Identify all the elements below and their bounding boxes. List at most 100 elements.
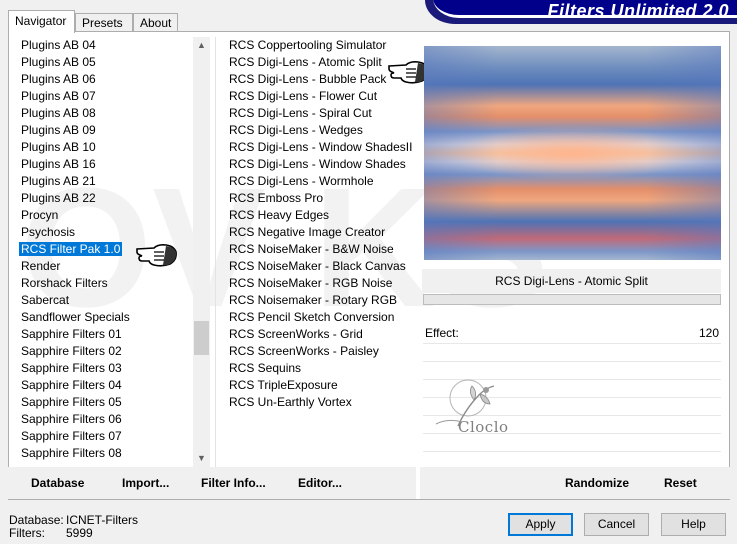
category-label: Plugins AB 07 <box>21 89 96 103</box>
filter-item[interactable]: RCS Digi-Lens - Window Shades <box>220 156 415 173</box>
filter-item[interactable]: RCS Heavy Edges <box>220 207 415 224</box>
randomize-button[interactable]: Randomize <box>565 476 629 490</box>
category-item[interactable]: Plugins AB 21 <box>12 173 197 190</box>
category-label: Rorshack Filters <box>21 276 108 290</box>
category-item[interactable]: Plugins AB 06 <box>12 71 197 88</box>
category-label: Plugins AB 06 <box>21 72 96 86</box>
selected-filter-name: RCS Digi-Lens - Atomic Split <box>422 269 721 293</box>
category-label: Plugins AB 04 <box>21 38 96 52</box>
category-item[interactable]: Plugins AB 08 <box>12 105 197 122</box>
pointing-hand-icon <box>136 244 177 267</box>
effect-value: 120 <box>698 326 719 340</box>
category-label: Plugins AB 09 <box>21 123 96 137</box>
category-label: Sapphire Filters 04 <box>21 378 122 392</box>
category-item[interactable]: Rorshack Filters <box>12 275 197 292</box>
filter-item[interactable]: RCS NoiseMaker - Black Canvas <box>220 258 415 275</box>
scroll-up-icon[interactable]: ▲ <box>193 37 210 54</box>
apply-button[interactable]: Apply <box>508 513 573 536</box>
category-item[interactable]: Sapphire Filters 07 <box>12 428 197 445</box>
preview-image <box>424 46 721 260</box>
tab-navigator[interactable]: Navigator <box>8 10 75 33</box>
category-item[interactable]: Plugins AB 16 <box>12 156 197 173</box>
filter-item[interactable]: RCS NoiseMaker - RGB Noise <box>220 275 415 292</box>
effect-label: Effect: <box>425 326 459 340</box>
filter-item[interactable]: RCS Coppertooling Simulator <box>220 37 415 54</box>
category-label: RCS Filter Pak 1.0 <box>19 242 123 256</box>
category-label: Procyn <box>21 208 59 222</box>
category-label: Sapphire Filters 07 <box>21 429 122 443</box>
filter-item[interactable]: RCS Digi-Lens - Bubble Pack <box>220 71 415 88</box>
category-label: Sapphire Filters 08 <box>21 446 122 460</box>
reset-button[interactable]: Reset <box>664 476 697 490</box>
category-item[interactable]: Sapphire Filters 03 <box>12 360 197 377</box>
category-item[interactable]: Sabercat <box>12 292 197 309</box>
category-label: Sapphire Filters 05 <box>21 395 122 409</box>
category-label: Psychosis <box>21 225 76 239</box>
category-label: Sapphire Filters 01 <box>21 327 122 341</box>
filter-item[interactable]: RCS Noisemaker - Rotary RGB <box>220 292 415 309</box>
category-item[interactable]: Sapphire Filters 01 <box>12 326 197 343</box>
category-label: Sapphire Filters 03 <box>21 361 122 375</box>
category-item[interactable]: Sandflower Specials <box>12 309 197 326</box>
category-label: Plugins AB 21 <box>21 174 96 188</box>
category-label: Plugins AB 05 <box>21 55 96 69</box>
database-label: Database: <box>9 513 64 527</box>
list-divider <box>215 37 216 467</box>
category-label: Plugins AB 22 <box>21 191 96 205</box>
scroll-down-icon[interactable]: ▼ <box>193 450 210 467</box>
param-slot <box>423 343 721 344</box>
filter-item[interactable]: RCS Pencil Sketch Conversion <box>220 309 415 326</box>
filter-item[interactable]: RCS NoiseMaker - B&W Noise <box>220 241 415 258</box>
scroll-thumb[interactable] <box>194 321 209 355</box>
filter-item[interactable]: RCS Sequins <box>220 360 415 377</box>
filter-item[interactable]: RCS Digi-Lens - Window ShadesII <box>220 139 415 156</box>
category-item[interactable]: Sapphire Filters 06 <box>12 411 197 428</box>
database-button[interactable]: Database <box>31 476 84 490</box>
effect-slider[interactable]: Effect: 120 <box>423 324 721 343</box>
category-item[interactable]: Plugins AB 05 <box>12 54 197 71</box>
category-item[interactable]: Procyn <box>12 207 197 224</box>
filter-progress-bar <box>423 294 721 305</box>
editor-button[interactable]: Editor... <box>298 476 342 490</box>
category-item[interactable]: Sapphire Filters 04 <box>12 377 197 394</box>
import-button[interactable]: Import... <box>122 476 169 490</box>
category-item[interactable]: Plugins AB 22 <box>12 190 197 207</box>
filter-item[interactable]: RCS Negative Image Creator <box>220 224 415 241</box>
filter-item[interactable]: RCS Un-Earthly Vortex <box>220 394 415 411</box>
category-scrollbar[interactable]: ▲ ▼ <box>193 37 210 467</box>
tab-about[interactable]: About <box>133 13 178 32</box>
tab-strip: Navigator Presets About <box>8 10 178 33</box>
logo-text: Cloclo <box>458 418 509 436</box>
app-title: Filters Unlimited 2.0 <box>547 1 729 21</box>
filter-item[interactable]: RCS Digi-Lens - Wormhole <box>220 173 415 190</box>
filter-info-button[interactable]: Filter Info... <box>201 476 266 490</box>
filter-list[interactable]: RCS Coppertooling Simulator RCS Digi-Lens… <box>220 37 415 437</box>
category-item[interactable]: Plugins AB 07 <box>12 88 197 105</box>
database-value: ICNET-Filters <box>66 513 138 527</box>
filter-item[interactable]: RCS ScreenWorks - Grid <box>220 326 415 343</box>
filter-item[interactable]: RCS Emboss Pro <box>220 190 415 207</box>
cancel-button[interactable]: Cancel <box>584 513 649 536</box>
category-item[interactable]: Sapphire Filters 08 <box>12 445 197 462</box>
filter-item[interactable]: RCS ScreenWorks - Paisley <box>220 343 415 360</box>
category-label: Plugins AB 16 <box>21 157 96 171</box>
filter-item[interactable]: RCS Digi-Lens - Flower Cut <box>220 88 415 105</box>
category-label: Sapphire Filters 06 <box>21 412 122 426</box>
category-item[interactable]: Psychosis <box>12 224 197 241</box>
category-item[interactable]: Sapphire Filters 02 <box>12 343 197 360</box>
category-item[interactable]: Plugins AB 04 <box>12 37 197 54</box>
param-slot <box>423 361 721 362</box>
category-item[interactable]: Plugins AB 09 <box>12 122 197 139</box>
filter-item[interactable]: RCS Digi-Lens - Atomic Split <box>220 54 415 71</box>
filter-item[interactable]: RCS Digi-Lens - Wedges <box>220 122 415 139</box>
help-button[interactable]: Help <box>661 513 726 536</box>
category-item[interactable]: Plugins AB 10 <box>12 139 197 156</box>
category-label: Sandflower Specials <box>21 310 130 324</box>
category-item[interactable]: Sapphire Filters 05 <box>12 394 197 411</box>
category-label: Plugins AB 10 <box>21 140 96 154</box>
category-label: Plugins AB 08 <box>21 106 96 120</box>
filter-item[interactable]: RCS Digi-Lens - Spiral Cut <box>220 105 415 122</box>
tab-presets[interactable]: Presets <box>75 13 133 32</box>
param-slot <box>423 451 721 452</box>
filter-item[interactable]: RCS TripleExposure <box>220 377 415 394</box>
